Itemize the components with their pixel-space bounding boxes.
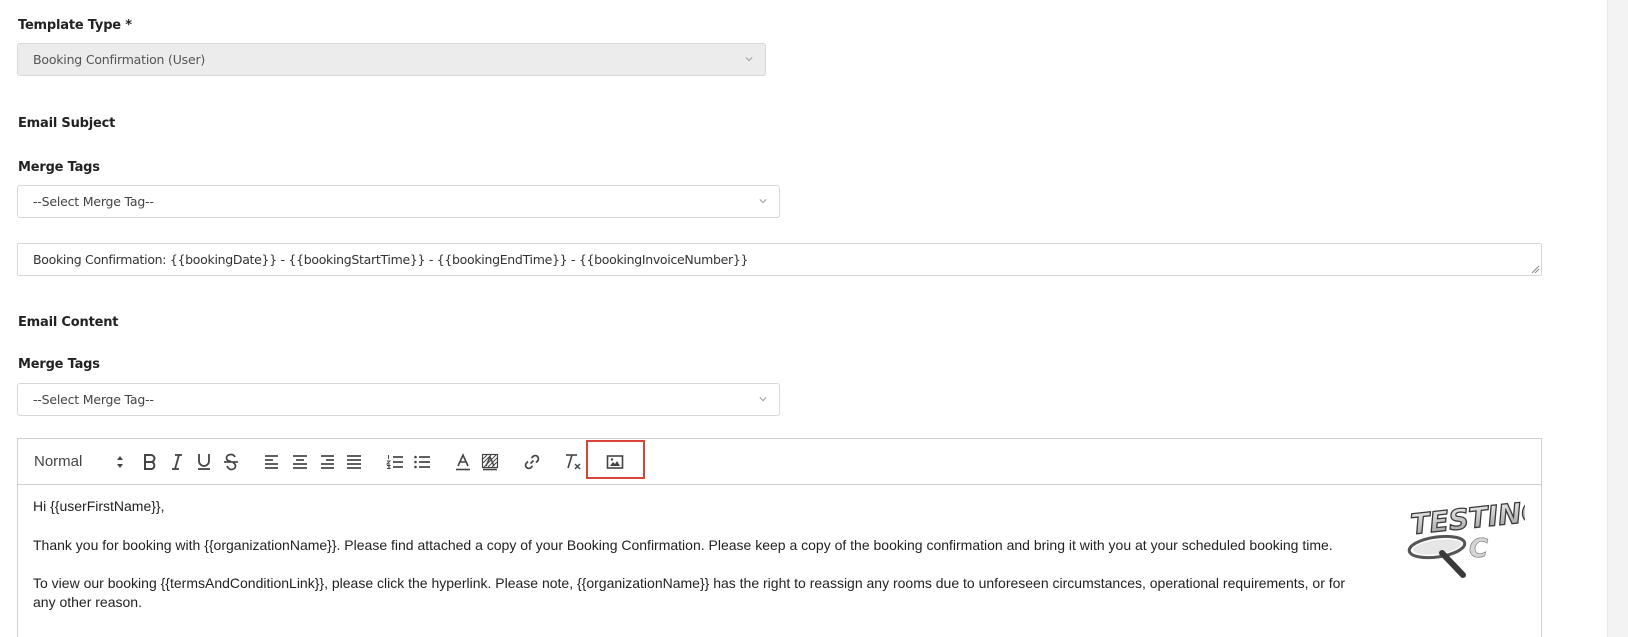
subject-merge-tag-placeholder: --Select Merge Tag--	[33, 194, 154, 209]
svg-text:C: C	[1469, 534, 1488, 564]
template-type-label: Template Type *	[18, 18, 132, 33]
background-color-button[interactable]	[479, 451, 501, 473]
ordered-list-button[interactable]	[384, 451, 406, 473]
italic-button[interactable]	[166, 451, 188, 473]
bold-button[interactable]	[139, 451, 161, 473]
strike-button[interactable]	[220, 451, 242, 473]
align-right-button[interactable]	[316, 451, 338, 473]
email-template-form: Template Type * Booking Confirmation (Us…	[0, 0, 1628, 637]
underline-icon	[198, 454, 210, 470]
template-type-value: Booking Confirmation (User)	[33, 52, 206, 67]
link-button[interactable]	[521, 451, 543, 473]
bullet-list-icon	[414, 455, 430, 469]
email-subject-value: Booking Confirmation: {{bookingDate}} - …	[33, 252, 749, 267]
align-left-icon	[265, 455, 278, 469]
text-color-button[interactable]	[452, 451, 474, 473]
template-type-select: Booking Confirmation (User)	[17, 43, 766, 76]
image-button-highlight	[586, 440, 645, 479]
format-select[interactable]: Normal	[34, 451, 124, 473]
chevron-down-icon	[759, 199, 767, 204]
content-merge-tag-placeholder: --Select Merge Tag--	[33, 392, 154, 407]
link-icon	[524, 454, 540, 470]
paragraph-2: To view our booking {{termsAndConditionL…	[33, 575, 1346, 610]
greeting-line: Hi {{userFirstName}},	[33, 498, 165, 514]
subject-merge-tags-label: Merge Tags	[18, 160, 100, 175]
chevron-down-icon	[745, 57, 753, 62]
bold-icon	[144, 454, 156, 470]
align-justify-icon	[347, 455, 361, 469]
align-center-icon	[293, 455, 307, 469]
email-subject-label: Email Subject	[18, 116, 116, 131]
content-merge-tag-select[interactable]: --Select Merge Tag--	[17, 383, 780, 416]
clean-format-button[interactable]	[562, 451, 584, 473]
content-merge-tags-label: Merge Tags	[18, 357, 100, 372]
italic-icon	[172, 454, 182, 470]
align-justify-button[interactable]	[343, 451, 365, 473]
subject-merge-tag-select[interactable]: --Select Merge Tag--	[17, 185, 780, 218]
testing-logo-image: TESTING C	[1407, 495, 1525, 578]
align-right-icon	[321, 455, 334, 469]
email-content-label: Email Content	[18, 315, 119, 330]
format-select-value: Normal	[34, 453, 83, 470]
rich-text-editor: Normal Hi {{userFirstName}}, Thank you f…	[17, 438, 1542, 637]
updown-arrows-icon	[117, 456, 123, 468]
align-left-button[interactable]	[261, 451, 283, 473]
svg-text:TESTING: TESTING	[1409, 495, 1525, 541]
ordered-list-icon	[386, 455, 403, 469]
text-color-icon	[456, 453, 470, 471]
email-subject-textarea[interactable]: Booking Confirmation: {{bookingDate}} - …	[17, 243, 1542, 276]
clean-format-icon	[566, 454, 581, 470]
paragraph-1: Thank you for booking with {{organizatio…	[33, 537, 1333, 553]
underline-button[interactable]	[193, 451, 215, 473]
editor-toolbar: Normal	[18, 439, 1541, 485]
strike-icon	[224, 453, 238, 471]
chevron-down-icon	[759, 397, 767, 402]
align-center-button[interactable]	[289, 451, 311, 473]
page-scrollbar[interactable]	[1607, 0, 1628, 637]
bullet-list-button[interactable]	[411, 451, 433, 473]
background-color-icon	[481, 453, 499, 471]
resize-handle-icon[interactable]	[1530, 264, 1540, 274]
